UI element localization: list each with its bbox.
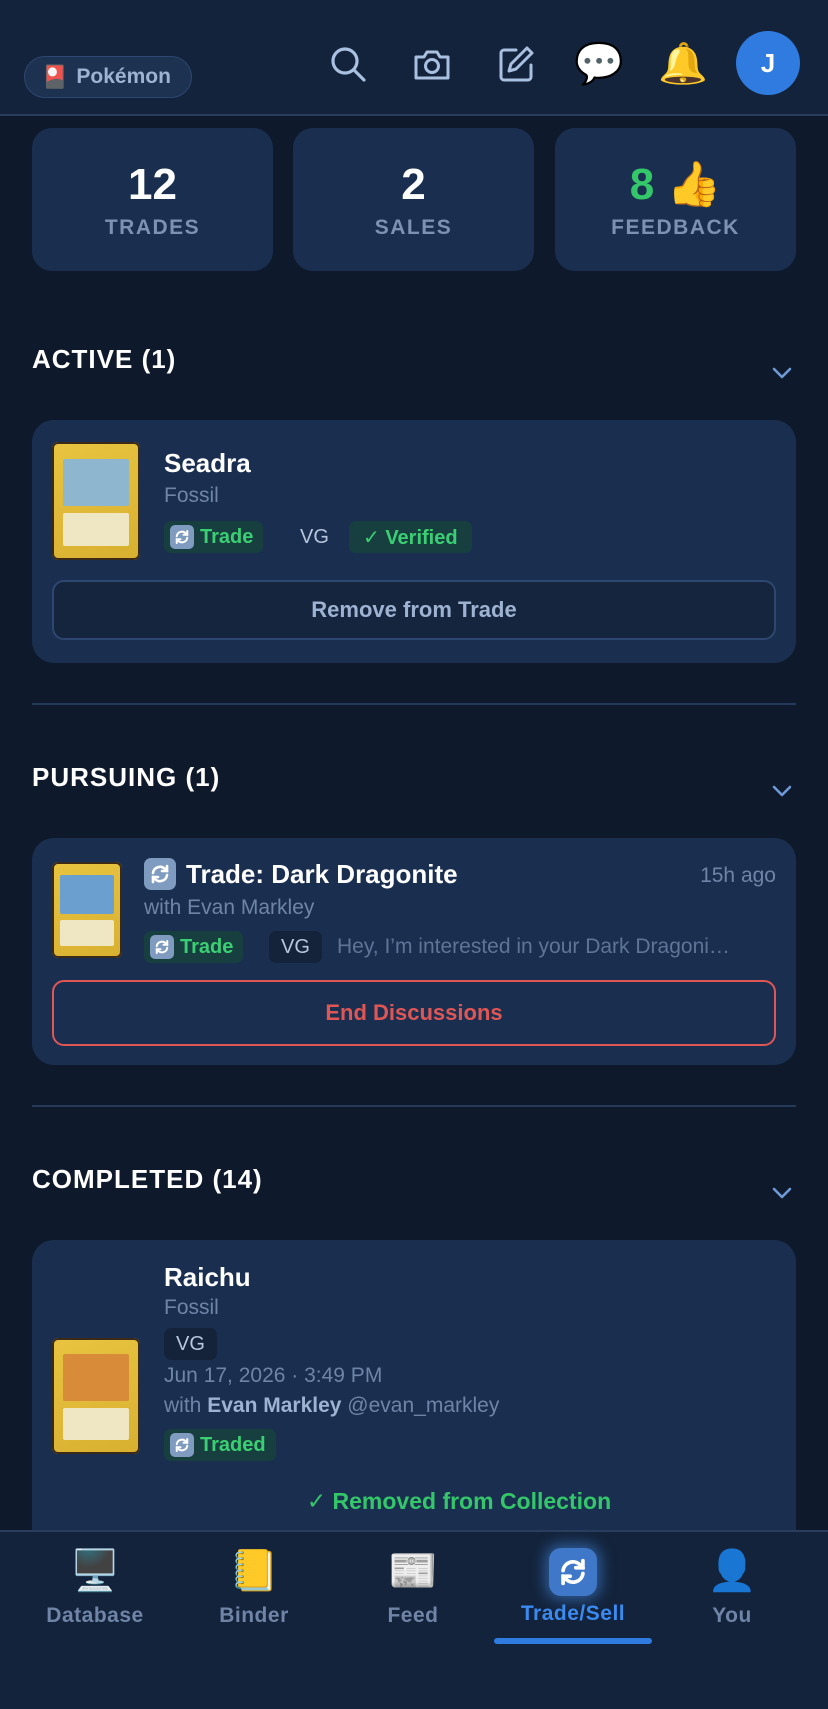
section-title-completed[interactable]: COMPLETED (14) <box>32 1164 263 1195</box>
game-selector-label: Pokémon <box>76 65 171 88</box>
card-set: Fossil <box>164 484 219 507</box>
remove-from-trade-button[interactable]: Remove from Trade <box>52 580 776 640</box>
sync-icon <box>170 1433 194 1457</box>
sync-icon <box>549 1548 597 1596</box>
trade-date: Jun 17, 2026 · 3:49 PM <box>164 1364 383 1387</box>
edit-icon[interactable] <box>492 40 540 88</box>
card-thumbnail-raichu <box>52 1338 140 1454</box>
stat-trades-label: TRADES <box>104 215 201 239</box>
traded-badge-label: Traded <box>200 1433 266 1456</box>
message-preview: Hey, I’m interested in your Dark Dragoni… <box>337 935 730 958</box>
card-name: Seadra <box>164 448 251 478</box>
nav-trade-sell[interactable]: Trade/Sell <box>493 1546 653 1636</box>
section-divider <box>32 1105 796 1107</box>
trade-title: Trade: Dark Dragonite <box>186 858 458 889</box>
active-trade-card[interactable]: Seadra Fossil Trade VG ✓ Verified Remove… <box>32 420 796 663</box>
partner-handle[interactable]: @evan_markley <box>347 1394 499 1417</box>
chevron-down-icon[interactable] <box>770 779 794 803</box>
nav-label-you: You <box>712 1604 752 1627</box>
card-game-icon: 🎴 <box>41 64 69 89</box>
trade-badge-label: Trade <box>180 935 234 958</box>
verified-badge: ✓ Verified <box>349 521 472 553</box>
nav-label-feed: Feed <box>387 1604 439 1627</box>
trade-badge: Trade <box>144 931 244 963</box>
stat-feedback-value: 8 👍 <box>629 159 722 209</box>
completed-trade-card[interactable]: Raichu Fossil VG Jun 17, 2026 · 3:49 PM … <box>32 1240 796 1560</box>
chevron-down-icon[interactable] <box>770 1181 794 1205</box>
bell-icon[interactable]: 🔔 <box>658 40 708 88</box>
section-divider <box>32 703 796 705</box>
with-prefix: with <box>164 1394 202 1417</box>
nav-label-trade-sell: Trade/Sell <box>520 1602 626 1625</box>
stat-trades: 12 TRADES <box>32 128 273 271</box>
notebook-icon: 📒 <box>229 1549 279 1593</box>
partner-name[interactable]: Evan Markley <box>207 1394 341 1417</box>
card-thumbnail-dark-dragonite <box>52 862 122 958</box>
chat-bubble-emoji: 💬 <box>574 42 624 86</box>
card-name: Raichu <box>164 1262 251 1292</box>
active-tab-indicator <box>494 1638 652 1644</box>
nav-binder[interactable]: 📒 Binder <box>174 1546 334 1636</box>
nav-database[interactable]: 🖥️ Database <box>15 1546 175 1636</box>
section-title-pursuing[interactable]: PURSUING (1) <box>32 762 220 793</box>
nav-label-binder: Binder <box>219 1604 289 1627</box>
stat-feedback-label: FEEDBACK <box>611 215 740 239</box>
stat-sales-label: SALES <box>374 215 453 239</box>
pursuing-trade-card[interactable]: Trade: Dark Dragonite 15h ago with Evan … <box>32 838 796 1065</box>
game-selector-pill[interactable]: 🎴 Pokémon <box>24 56 192 98</box>
stat-sales-value: 2 <box>401 159 426 209</box>
stat-feedback[interactable]: 8 👍 FEEDBACK <box>555 128 796 271</box>
traded-badge: Traded <box>164 1429 276 1461</box>
end-discussions-button[interactable]: End Discussions <box>52 980 776 1046</box>
user-avatar[interactable]: J <box>736 31 800 95</box>
nav-you[interactable]: 👤 You <box>652 1546 812 1636</box>
search-icon[interactable] <box>324 40 372 88</box>
trade-partner: with Evan Markley <box>144 896 315 919</box>
trade-partner-row: with Evan Markley @evan_markley <box>164 1394 499 1418</box>
chat-icon[interactable]: 💬 <box>574 40 624 88</box>
bottom-navigation: 🖥️ Database 📒 Binder 📰 Feed Trade/Sell 👤… <box>0 1530 828 1709</box>
trade-time: 15h ago <box>700 864 776 887</box>
section-title-active[interactable]: ACTIVE (1) <box>32 344 176 375</box>
card-set: Fossil <box>164 1296 219 1319</box>
condition-badge: VG <box>164 1328 217 1360</box>
bell-emoji: 🔔 <box>658 42 708 86</box>
removed-from-collection-status: ✓ Removed from Collection <box>306 1488 612 1514</box>
trade-badge: Trade <box>164 521 264 553</box>
sync-icon <box>170 525 194 549</box>
trade-badge-label: Trade <box>200 525 254 548</box>
sync-icon <box>144 858 176 890</box>
condition-label: VG <box>300 525 329 548</box>
nav-label-database: Database <box>46 1604 144 1627</box>
chevron-down-icon[interactable] <box>770 361 794 385</box>
top-header: 🎴 Pokémon 💬 🔔 J <box>0 0 828 116</box>
trade-title-row: Trade: Dark Dragonite <box>144 858 458 890</box>
user-silhouette-icon: 👤 <box>707 1549 757 1593</box>
condition-badge: VG <box>269 931 322 963</box>
sync-icon <box>150 935 174 959</box>
stat-sales: 2 SALES <box>293 128 534 271</box>
computer-icon: 🖥️ <box>70 1549 120 1593</box>
nav-feed[interactable]: 📰 Feed <box>333 1546 493 1636</box>
card-thumbnail-seadra <box>52 442 140 560</box>
camera-icon[interactable] <box>408 40 456 88</box>
newspaper-icon: 📰 <box>388 1549 438 1593</box>
stat-trades-value: 12 <box>128 159 177 209</box>
